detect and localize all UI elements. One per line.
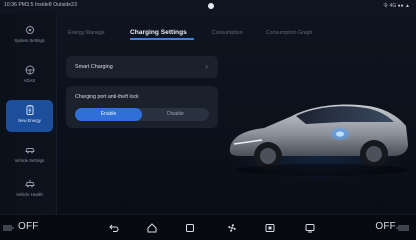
disable-button[interactable]: Disable	[142, 108, 209, 121]
enable-button[interactable]: Enable	[75, 108, 142, 121]
right-climate-off[interactable]: OFF	[375, 221, 396, 232]
sidebar: System Settings ADAS New Energy Vehicle …	[0, 14, 57, 214]
sidebar-item-label: New Energy	[18, 118, 41, 123]
sidebar-item-new-energy[interactable]: New Energy	[6, 100, 53, 132]
sidebar-item-adas[interactable]: ADAS	[6, 60, 53, 92]
antitheft-lock-label: Charging port anti-theft lock	[75, 94, 139, 100]
smart-charging-label: Smart Charging	[75, 64, 113, 70]
status-right-text: 令 4G ●● ▲	[383, 3, 410, 9]
car-icon	[24, 148, 35, 154]
home-icon[interactable]	[146, 222, 158, 234]
left-climate-off[interactable]: OFF	[18, 221, 39, 232]
antitheft-lock-toggle: Enable Disable	[75, 108, 209, 121]
sidebar-item-system-settings[interactable]: System Settings	[6, 20, 53, 52]
antitheft-lock-card: Charging port anti-theft lock Enable Dis…	[66, 86, 218, 128]
status-left-text: 10:36 PM3.5 Inside8 Outside23	[4, 2, 77, 8]
recent-apps-icon[interactable]	[184, 222, 196, 234]
monitor-icon[interactable]	[304, 222, 316, 234]
tab-charging-settings[interactable]: Charging Settings	[130, 29, 187, 36]
gear-icon	[25, 26, 34, 34]
car-health-icon	[24, 180, 35, 188]
bottom-dock: OFF OFF	[0, 214, 416, 240]
tab-bar: Energy Manage Charging Settings Consumpt…	[60, 26, 360, 40]
media-icon[interactable]	[264, 222, 276, 234]
car-render	[222, 44, 412, 194]
car-image	[229, 104, 408, 176]
tab-energy-manage[interactable]: Energy Manage	[68, 30, 105, 36]
tab-consumption[interactable]: Consumption	[212, 30, 243, 36]
back-icon[interactable]	[108, 222, 120, 234]
sidebar-item-label: Vehicle Settings	[14, 158, 45, 163]
fan-icon[interactable]	[226, 222, 238, 234]
fan-left-icon	[3, 225, 14, 231]
screen: 10:36 PM3.5 Inside8 Outside23 令 4G ●● ▲ …	[0, 0, 416, 240]
fan-right-icon	[396, 225, 409, 231]
smart-charging-row[interactable]: Smart Charging ›	[66, 56, 218, 78]
battery-icon	[26, 105, 33, 115]
status-indicator-icon	[208, 3, 214, 9]
tab-consumption-graph[interactable]: Consumption Graph	[266, 30, 312, 36]
active-tab-indicator	[130, 38, 194, 40]
sidebar-item-vehicle-settings[interactable]: Vehicle Settings	[6, 140, 53, 172]
status-bar: 10:36 PM3.5 Inside8 Outside23 令 4G ●● ▲	[0, 0, 416, 14]
sidebar-item-label: System Settings	[14, 38, 45, 43]
chevron-right-icon: ›	[205, 62, 208, 71]
steering-wheel-icon	[25, 65, 34, 75]
sidebar-item-vehicle-health[interactable]: Vehicle Health	[6, 174, 53, 206]
sidebar-item-label: Vehicle Health	[16, 192, 43, 197]
sidebar-item-label: ADAS	[23, 78, 36, 83]
